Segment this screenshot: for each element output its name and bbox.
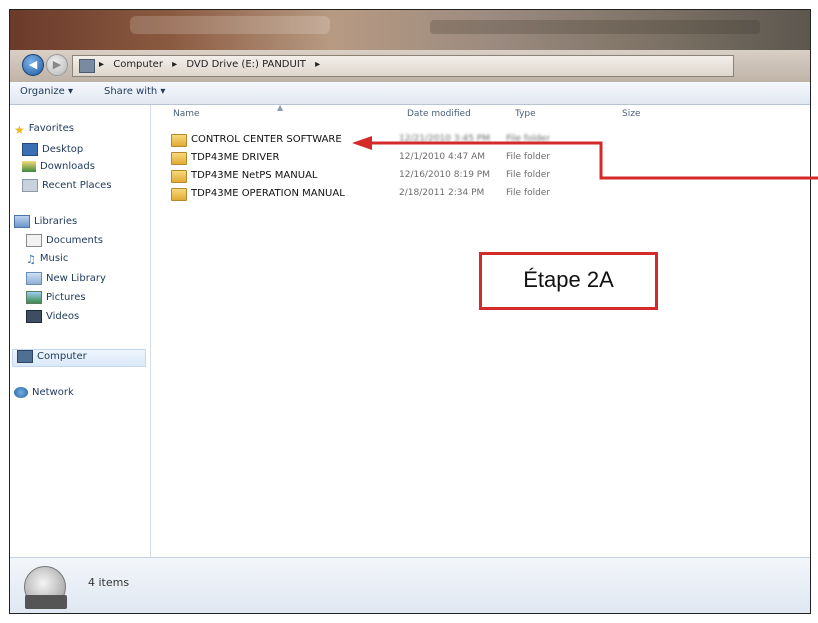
annotation-arrow-line [370,141,818,180]
annotation-arrowhead-icon [352,136,372,150]
annotation-step-box: Étape 2A [479,252,658,310]
annotation-arrow [352,136,818,180]
annotation-step-label: Étape 2A [523,267,614,292]
